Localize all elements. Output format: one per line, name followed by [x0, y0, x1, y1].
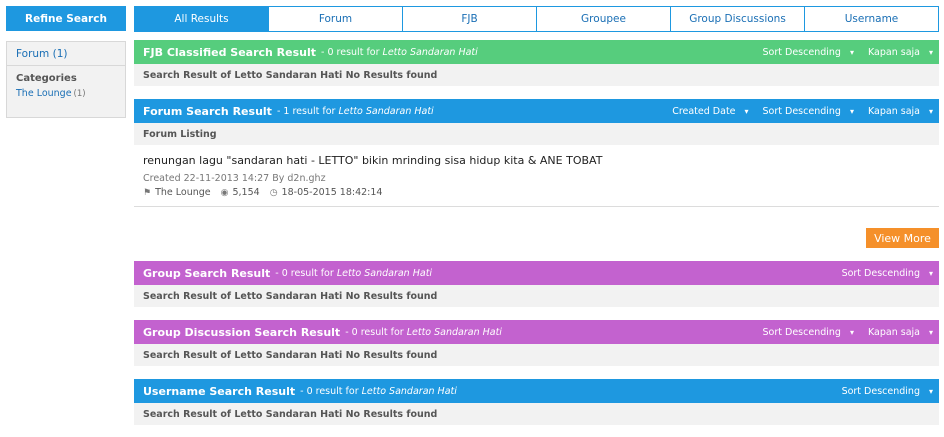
- forum-result-count: - 1 result for Letto Sandaran Hati: [276, 105, 434, 117]
- caret-down-icon: ▾: [849, 47, 854, 57]
- group-discussion-section-title: Group Discussion Search Result: [143, 325, 341, 339]
- group-section-title: Group Search Result: [143, 266, 271, 280]
- forum-section-header: Forum Search Result - 1 result for Letto…: [134, 99, 939, 123]
- caret-down-icon: ▾: [928, 47, 933, 57]
- tab-forum[interactable]: Forum: [268, 7, 402, 31]
- caret-down-icon: ▾: [928, 327, 933, 337]
- group-discussion-sort-dropdown[interactable]: Sort Descending ▾: [763, 327, 854, 338]
- caret-down-icon: ▾: [744, 106, 749, 116]
- fjb-section: FJB Classified Search Result - 0 result …: [134, 40, 939, 86]
- group-discussion-no-results: Search Result of Letto Sandaran Hati No …: [134, 344, 939, 366]
- query-text: Letto Sandaran Hati: [382, 46, 478, 58]
- username-section-header: Username Search Result - 0 result for Le…: [134, 379, 939, 403]
- forum-listing-heading: Forum Listing: [134, 123, 939, 145]
- result-views: 5,154: [232, 187, 260, 198]
- group-section: Group Search Result - 0 result for Letto…: [134, 261, 939, 307]
- eye-icon: ◉: [220, 187, 229, 198]
- fjb-section-title: FJB Classified Search Result: [143, 45, 317, 59]
- forum-created-date-dropdown[interactable]: Created Date ▾: [672, 106, 748, 117]
- caret-down-icon: ▾: [928, 386, 933, 396]
- group-discussion-section: Group Discussion Search Result - 0 resul…: [134, 320, 939, 366]
- group-discussion-result-count: - 0 result for Letto Sandaran Hati: [345, 326, 502, 338]
- tab-groupee[interactable]: Groupee: [536, 7, 670, 31]
- query-text: Letto Sandaran Hati: [336, 267, 433, 279]
- forum-sort-dropdown[interactable]: Sort Descending ▾: [763, 106, 854, 117]
- category-link-the-lounge[interactable]: The Lounge (1): [7, 84, 125, 99]
- forum-filter-link[interactable]: Forum (1): [7, 42, 125, 66]
- tab-group-discussions[interactable]: Group Discussions: [670, 7, 804, 31]
- result-created-info: Created 22-11-2013 14:27 By d2n.ghz: [143, 173, 326, 184]
- refine-sidebar: Forum (1) Categories The Lounge (1): [6, 41, 126, 118]
- group-section-header: Group Search Result - 0 result for Letto…: [134, 261, 939, 285]
- list-item: renungan lagu "sandaran hati - LETTO" bi…: [134, 145, 939, 207]
- group-discussion-section-header: Group Discussion Search Result - 0 resul…: [134, 320, 939, 344]
- result-category-link[interactable]: The Lounge: [155, 187, 211, 198]
- caret-down-icon: ▾: [928, 268, 933, 278]
- view-more-button[interactable]: View More: [866, 228, 939, 248]
- fjb-sort-dropdown[interactable]: Sort Descending ▾: [763, 47, 854, 58]
- forum-section: Forum Search Result - 1 result for Letto…: [134, 99, 939, 207]
- fjb-time-dropdown[interactable]: Kapan saja ▾: [868, 47, 933, 58]
- result-tabs: All Results Forum FJB Groupee Group Disc…: [134, 6, 939, 32]
- caret-down-icon: ▾: [928, 106, 933, 116]
- result-title-link[interactable]: renungan lagu "sandaran hati - LETTO" bi…: [143, 154, 939, 167]
- categories-heading: Categories: [16, 73, 77, 84]
- caret-down-icon: ▾: [849, 106, 854, 116]
- tab-fjb[interactable]: FJB: [402, 7, 536, 31]
- refine-search-button[interactable]: Refine Search: [6, 6, 126, 31]
- username-section-title: Username Search Result: [143, 384, 296, 398]
- fjb-result-count: - 0 result for Letto Sandaran Hati: [321, 46, 478, 58]
- query-text: Letto Sandaran Hati: [406, 326, 502, 338]
- query-text: Letto Sandaran Hati: [338, 105, 434, 117]
- forum-section-title: Forum Search Result: [143, 104, 272, 118]
- query-text: Letto Sandaran Hati: [361, 385, 457, 397]
- username-sort-dropdown[interactable]: Sort Descending ▾: [842, 386, 933, 397]
- username-no-results: Search Result of Letto Sandaran Hati No …: [134, 403, 939, 425]
- group-result-count: - 0 result for Letto Sandaran Hati: [275, 267, 433, 279]
- result-last-post: 18-05-2015 18:42:14: [281, 187, 383, 198]
- fjb-section-header: FJB Classified Search Result - 0 result …: [134, 40, 939, 64]
- username-section: Username Search Result - 0 result for Le…: [134, 379, 939, 425]
- fjb-no-results: Search Result of Letto Sandaran Hati No …: [134, 64, 939, 86]
- group-discussion-time-dropdown[interactable]: Kapan saja ▾: [868, 327, 933, 338]
- clock-icon: ◷: [269, 187, 278, 198]
- username-result-count: - 0 result for Letto Sandaran Hati: [300, 385, 457, 397]
- caret-down-icon: ▾: [849, 327, 854, 337]
- tab-username[interactable]: Username: [804, 7, 938, 31]
- tag-icon: ⚑: [143, 187, 152, 198]
- group-no-results: Search Result of Letto Sandaran Hati No …: [134, 285, 939, 307]
- tab-all-results[interactable]: All Results: [135, 7, 268, 31]
- category-label: The Lounge: [16, 88, 72, 99]
- result-meta: ⚑ The Lounge ◉ 5,154 ◷ 18-05-2015 18:42:14: [143, 187, 939, 198]
- forum-time-dropdown[interactable]: Kapan saja ▾: [868, 106, 933, 117]
- group-sort-dropdown[interactable]: Sort Descending ▾: [842, 268, 933, 279]
- category-count: (1): [73, 89, 86, 99]
